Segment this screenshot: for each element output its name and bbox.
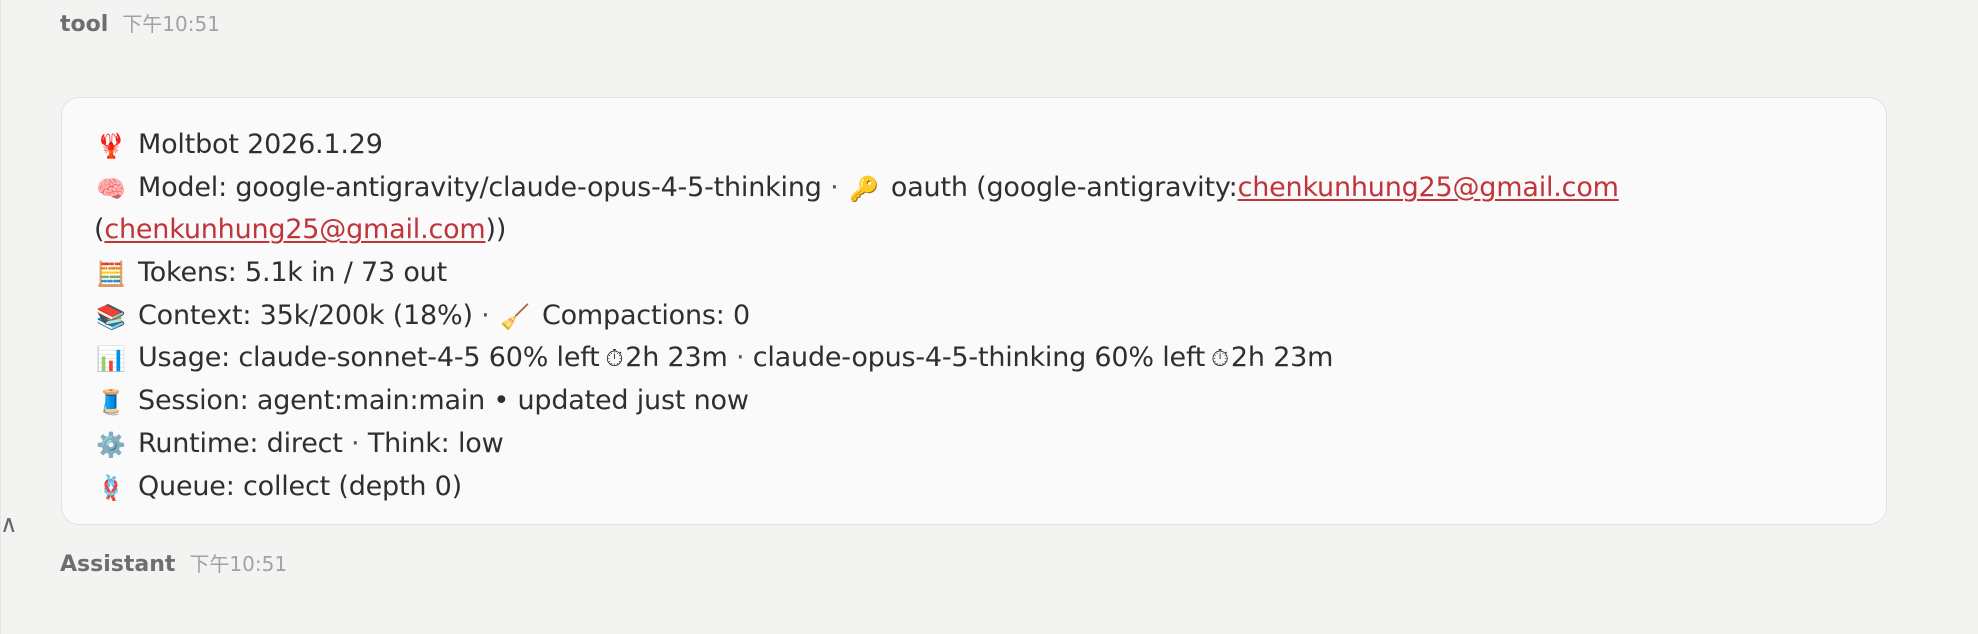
books-icon: 📚 <box>96 302 126 331</box>
dot-separator: · <box>351 427 360 459</box>
email-link-2[interactable]: chenkunhung25@gmail.com <box>104 214 485 245</box>
key-icon: 🔑 <box>849 174 879 203</box>
email-continuation-line: (chenkunhung25@gmail.com)) <box>94 209 1886 252</box>
model-text: Model: google-antigravity/claude-opus-4-… <box>138 171 822 203</box>
version-text: Moltbot 2026.1.29 <box>138 129 383 160</box>
compactions-text: Compactions: 0 <box>541 299 750 331</box>
bar-chart-icon: 📊 <box>96 345 126 374</box>
tool-message-header: tool 下午10:51 <box>60 8 220 37</box>
usage-text-2: claude-opus-4-5-thinking 60% left <box>752 342 1206 374</box>
think-text: Think: low <box>367 427 504 459</box>
sender-name: Assistant <box>60 552 176 577</box>
tool-status-card: 🦞 Moltbot 2026.1.29 🧠 Model: google-antigr… <box>61 97 1887 525</box>
model-line: 🧠 Model: google-antigravity/claude-opus-4… <box>94 167 1886 210</box>
queue-line: 🪢 Queue: collect (depth 0) <box>94 466 1886 509</box>
chat-left-edge <box>0 0 1 634</box>
usage-time-2: 2h 23m <box>1230 342 1334 374</box>
message-timestamp: 下午10:51 <box>122 12 220 36</box>
gear-icon: ⚙️ <box>96 430 126 459</box>
message-timestamp: 下午10:51 <box>189 552 288 576</box>
session-line: 🧵 Session: agent:main:main • updated just… <box>94 380 1886 423</box>
usage-text-1: Usage: claude-sonnet-4-5 60% left <box>138 342 600 374</box>
stopwatch-icon: ⏱ <box>605 346 624 373</box>
session-text: Session: agent:main:main • updated just … <box>138 385 749 417</box>
runtime-text: Runtime: direct <box>138 427 343 459</box>
usage-line: 📊 Usage: claude-sonnet-4-5 60% left ⏱2h 23… <box>94 337 1886 380</box>
assistant-message-header: Assistant 下午10:51 <box>60 548 287 577</box>
oauth-text: oauth (google-antigravity: <box>890 171 1238 203</box>
thread-icon: 🧵 <box>96 388 126 417</box>
dot-separator: · <box>830 171 839 203</box>
stopwatch-icon: ⏱ <box>1211 346 1229 373</box>
tokens-line: 🧮 Tokens: 5.1k in / 73 out <box>94 252 1886 295</box>
dot-separator: · <box>481 299 490 331</box>
version-line: 🦞 Moltbot 2026.1.29 <box>94 124 1886 167</box>
paren-close: )) <box>485 214 507 246</box>
left-edge-glyph: ∧ <box>0 510 18 538</box>
dot-separator: · <box>735 342 745 374</box>
runtime-line: ⚙️ Runtime: direct · Think: low <box>94 423 1886 466</box>
email-link[interactable]: chenkunhung25@gmail.com <box>1238 172 1619 203</box>
queue-text: Queue: collect (depth 0) <box>138 470 462 502</box>
knot-icon: 🪢 <box>96 473 126 502</box>
abacus-icon: 🧮 <box>96 260 126 289</box>
tokens-text: Tokens: 5.1k in / 73 out <box>138 257 447 289</box>
sender-name: tool <box>60 12 109 37</box>
usage-time-1: 2h 23m <box>625 342 728 374</box>
brain-icon: 🧠 <box>96 174 126 203</box>
context-text: Context: 35k/200k (18%) <box>138 299 473 331</box>
broom-icon: 🧹 <box>500 302 530 331</box>
context-line: 📚 Context: 35k/200k (18%) · 🧹 Compactions:… <box>94 295 1886 338</box>
lobster-icon: 🦞 <box>96 132 126 160</box>
paren-open: ( <box>94 214 105 246</box>
